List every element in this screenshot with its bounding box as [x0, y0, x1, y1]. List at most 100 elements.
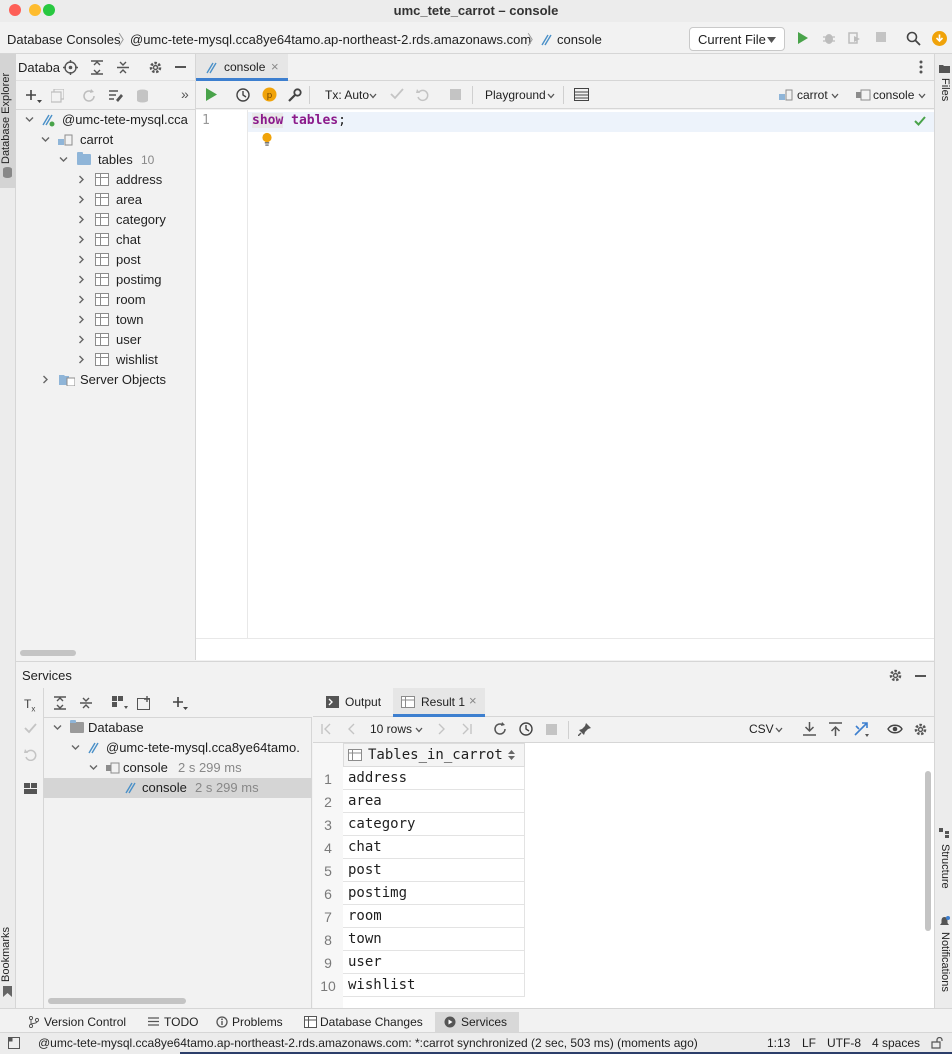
sql-editor[interactable]: 1 show tables;	[196, 110, 934, 638]
table-row[interactable]: post	[343, 859, 525, 882]
data-source-properties-icon[interactable]	[108, 89, 124, 103]
compare-icon[interactable]	[854, 722, 870, 737]
tab-result-1[interactable]: Result 1 ×	[393, 688, 485, 717]
indent-setting[interactable]: 4 spaces	[872, 1036, 920, 1050]
bookmarks-stripe-label[interactable]: Bookmarks	[0, 927, 12, 982]
next-page-icon[interactable]	[438, 723, 446, 735]
search-icon[interactable]	[906, 31, 921, 46]
playground-select[interactable]: Playground	[485, 88, 546, 102]
structure-stripe-label[interactable]: Structure	[939, 844, 951, 889]
lock-icon[interactable]	[931, 1037, 943, 1049]
chevron-right-icon[interactable]	[77, 275, 85, 284]
vertical-scrollbar[interactable]	[925, 771, 931, 931]
stop-icon[interactable]	[546, 724, 557, 735]
close-tab-icon[interactable]: ×	[469, 693, 477, 708]
chevron-down-icon[interactable]	[71, 743, 80, 751]
chevron-right-icon[interactable]	[77, 215, 85, 224]
stop-icon[interactable]	[450, 89, 461, 100]
table-row[interactable]: room	[343, 905, 525, 928]
run-configuration-select[interactable]: Current File	[689, 27, 785, 51]
layout-toggle-icon[interactable]	[8, 1037, 20, 1049]
chevron-down-icon[interactable]	[59, 155, 68, 163]
layout-icon[interactable]	[24, 783, 37, 794]
todo-button[interactable]: TODO	[146, 1012, 202, 1032]
line-separator[interactable]: LF	[802, 1036, 816, 1050]
chevron-right-icon[interactable]	[77, 295, 85, 304]
group-by-icon[interactable]	[112, 696, 128, 710]
tree-table-item[interactable]: category	[16, 210, 196, 230]
new-tab-icon[interactable]	[137, 696, 152, 710]
gear-icon[interactable]	[888, 668, 903, 683]
status-message[interactable]: @umc-tete-mysql.cca8ye64tamo.ap-northeas…	[38, 1036, 698, 1050]
add-icon[interactable]	[172, 696, 188, 710]
refresh-icon[interactable]	[493, 722, 507, 736]
chevron-down-icon[interactable]	[369, 93, 377, 99]
wrench-icon[interactable]	[288, 88, 302, 102]
services-tree-query[interactable]: console 2 s 299 ms	[44, 778, 312, 798]
debug-icon[interactable]	[822, 31, 836, 45]
services-tree-session[interactable]: console 2 s 299 ms	[44, 758, 312, 778]
table-row[interactable]: wishlist	[343, 974, 525, 997]
export-format-select[interactable]: CSV	[749, 722, 774, 736]
upload-icon[interactable]	[829, 722, 842, 736]
table-row[interactable]: category	[343, 813, 525, 836]
services-tree-database[interactable]: Database	[44, 718, 312, 738]
column-header[interactable]: Tables_in_carrot	[343, 743, 525, 767]
chevron-down-icon[interactable]	[831, 93, 839, 99]
collapse-all-icon[interactable]	[79, 696, 93, 710]
files-stripe-label[interactable]: Files	[939, 78, 951, 101]
database-stack-icon[interactable]	[136, 89, 149, 103]
session-selector[interactable]: console	[873, 88, 914, 102]
horizontal-scrollbar[interactable]	[20, 650, 76, 656]
version-control-button[interactable]: Version Control	[26, 1012, 130, 1032]
chevron-right-icon[interactable]	[77, 335, 85, 344]
caret-position[interactable]: 1:13	[767, 1036, 790, 1050]
schema-selector[interactable]: carrot	[797, 88, 828, 102]
chevron-right-icon[interactable]	[77, 315, 85, 324]
more-tools-icon[interactable]: »	[181, 86, 189, 102]
tree-table-item[interactable]: post	[16, 250, 196, 270]
chevron-down-icon[interactable]	[53, 723, 62, 731]
expand-all-icon[interactable]	[90, 60, 104, 75]
download-icon[interactable]	[803, 722, 816, 736]
problems-button[interactable]: Problems	[214, 1012, 290, 1032]
chevron-right-icon[interactable]	[77, 255, 85, 264]
close-tab-icon[interactable]: ×	[271, 59, 279, 74]
more-vertical-icon[interactable]	[919, 60, 923, 74]
transaction-mode-select[interactable]: Tx: Auto	[325, 88, 369, 102]
code-line-1[interactable]: show tables;	[252, 113, 346, 128]
chevron-right-icon[interactable]	[77, 355, 85, 364]
history-icon[interactable]	[519, 722, 534, 737]
page-size-select[interactable]: 10 rows	[370, 722, 412, 736]
output-layout-icon[interactable]	[574, 88, 589, 101]
file-encoding[interactable]: UTF-8	[827, 1036, 861, 1050]
coverage-icon[interactable]	[847, 31, 861, 45]
table-row[interactable]: area	[343, 790, 525, 813]
chevron-right-icon[interactable]	[77, 235, 85, 244]
expand-all-icon[interactable]	[53, 696, 67, 710]
chevron-right-icon[interactable]	[41, 375, 49, 384]
services-tree-connection[interactable]: @umc-tete-mysql.cca8ye64tamo.	[44, 738, 312, 758]
previous-page-icon[interactable]	[347, 723, 355, 735]
breadcrumb-connection[interactable]: @umc-tete-mysql.cca8ye64tamo.ap-northeas…	[130, 32, 531, 47]
tree-table-item[interactable]: postimg	[16, 270, 196, 290]
tree-table-item[interactable]: town	[16, 310, 196, 330]
transaction-icon[interactable]: Tx	[24, 697, 35, 713]
tree-table-item[interactable]: address	[16, 170, 196, 190]
tree-table-item[interactable]: wishlist	[16, 350, 196, 370]
update-icon[interactable]	[932, 31, 947, 46]
tree-connection[interactable]: @umc-tete-mysql.cca	[16, 110, 196, 130]
last-page-icon[interactable]	[461, 723, 472, 735]
chevron-down-icon[interactable]	[41, 135, 50, 143]
minimize-icon[interactable]	[915, 675, 926, 677]
commit-icon[interactable]	[390, 88, 404, 100]
tab-console[interactable]: console ×	[196, 54, 288, 81]
stop-icon[interactable]	[875, 31, 887, 43]
tree-table-item[interactable]: chat	[16, 230, 196, 250]
rollback-icon[interactable]	[24, 748, 37, 761]
breadcrumb-database-consoles[interactable]: Database Consoles	[7, 32, 120, 47]
tree-schema-carrot[interactable]: carrot	[16, 130, 196, 150]
rollback-icon[interactable]	[416, 88, 430, 102]
tab-output[interactable]: Output	[345, 695, 381, 709]
chevron-down-icon[interactable]	[918, 93, 926, 99]
